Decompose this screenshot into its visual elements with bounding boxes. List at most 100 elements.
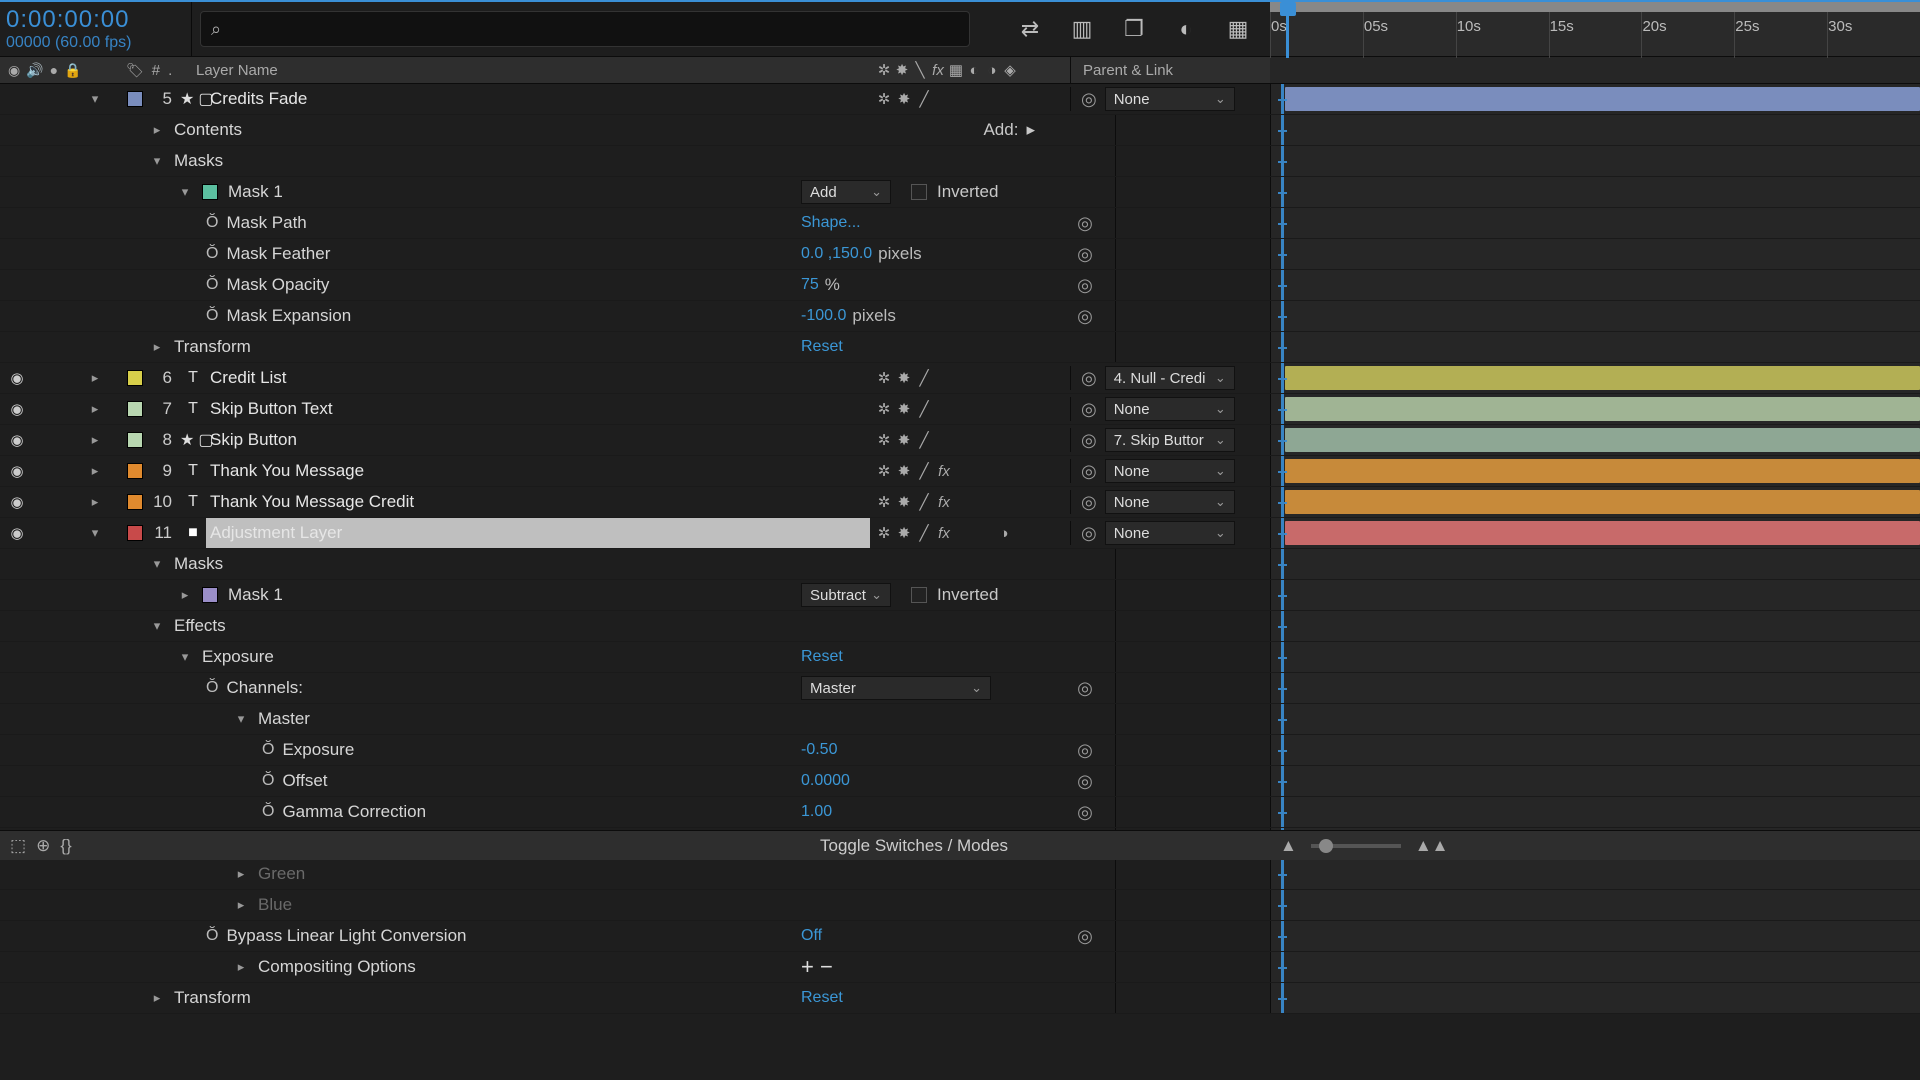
layer-row[interactable]: ◉▸6TCredit List✲✸╱◎4. Null - Credi⌄ (0, 363, 1920, 394)
property-row[interactable]: ▾Mask 1Add⌄Inverted (0, 177, 1920, 208)
property-value[interactable]: Reset (801, 989, 843, 1007)
adjustment-switch[interactable]: ◑ (996, 525, 1012, 542)
pickwhip-icon[interactable]: ◎ (1081, 461, 1097, 482)
parent-dropdown[interactable]: None⌄ (1105, 490, 1235, 514)
parent-dropdown[interactable]: 7. Skip Buttor⌄ (1105, 428, 1235, 452)
zoom-out-mountain-icon[interactable]: ▲ (1280, 836, 1297, 856)
property-value[interactable]: Shape... (801, 214, 861, 232)
expand-triangle-icon[interactable]: ▸ (178, 587, 192, 603)
expand-triangle-icon[interactable]: ▸ (234, 897, 248, 913)
property-row[interactable]: ŎMask Opacity75%◎ (0, 270, 1920, 301)
expand-triangle-icon[interactable]: ▸ (88, 432, 102, 448)
label-color-chip[interactable] (127, 370, 143, 386)
fx-switch[interactable]: fx (936, 494, 952, 511)
expand-triangle-icon[interactable]: ▸ (88, 401, 102, 417)
property-row[interactable]: ŎMask Feather0.0 ,150.0pixels◎ (0, 239, 1920, 270)
stopwatch-icon[interactable]: Ŏ (206, 276, 218, 294)
lock-column-icon[interactable]: 🔒 (64, 62, 81, 79)
timeline-cell[interactable] (1270, 704, 1920, 734)
shy-switch[interactable]: ✲ (876, 400, 892, 418)
property-row[interactable]: ▾Masks (0, 146, 1920, 177)
expand-triangle-icon[interactable]: ▸ (150, 990, 164, 1006)
toggle-switches-icon[interactable]: ⬚ (10, 836, 26, 856)
parent-dropdown[interactable]: None⌄ (1105, 397, 1235, 421)
fx-icon[interactable]: fx (930, 62, 946, 79)
layer-name-cell[interactable]: Skip Button Text (206, 394, 870, 424)
property-pickwhip-icon[interactable]: ◎ (1077, 740, 1093, 761)
mask-color-chip[interactable] (202, 587, 218, 603)
timeline-cell[interactable] (1270, 952, 1920, 982)
label-color-chip[interactable] (127, 91, 143, 107)
pickwhip-icon[interactable]: ◎ (1081, 368, 1097, 389)
index-column[interactable]: # (152, 62, 160, 79)
expand-triangle-icon[interactable]: ▸ (88, 494, 102, 510)
property-dropdown[interactable]: Master⌄ (801, 676, 991, 700)
pickwhip-icon[interactable]: ◎ (1081, 399, 1097, 420)
expand-triangle-icon[interactable]: ▸ (150, 122, 164, 138)
timeline-cell[interactable] (1270, 611, 1920, 641)
expand-triangle-icon[interactable]: ▸ (150, 339, 164, 355)
collapse-switch[interactable]: ✸ (896, 90, 912, 108)
zoom-slider[interactable] (1311, 844, 1401, 848)
property-pickwhip-icon[interactable]: ◎ (1077, 306, 1093, 327)
property-row[interactable]: ▾Effects (0, 611, 1920, 642)
frameblend-icon[interactable]: ▦ (948, 61, 964, 79)
layer-duration-bar[interactable] (1285, 459, 1920, 483)
layer-duration-bar[interactable] (1285, 87, 1920, 111)
timeline-cell[interactable] (1270, 983, 1920, 1013)
timeline-cell[interactable] (1270, 890, 1920, 920)
visibility-eye-icon[interactable]: ◉ (8, 493, 26, 511)
expand-triangle-icon[interactable]: ▾ (178, 184, 192, 200)
property-row[interactable]: ▾ExposureReset (0, 642, 1920, 673)
playhead-knob-icon[interactable] (1280, 2, 1296, 16)
expand-triangle-icon[interactable]: ▾ (150, 556, 164, 572)
expand-triangle-icon[interactable]: ▾ (178, 649, 192, 665)
shy-switch[interactable]: ✲ (876, 493, 892, 511)
layer-name-cell[interactable]: Credit List (206, 363, 870, 393)
quality-icon[interactable]: ╲ (912, 61, 928, 79)
collapse-switch[interactable]: ✸ (896, 369, 912, 387)
shy-switch[interactable]: ✲ (876, 524, 892, 542)
pickwhip-icon[interactable]: ◎ (1081, 430, 1097, 451)
shy-switch[interactable]: ✲ (876, 462, 892, 480)
property-value[interactable]: 0.0 ,150.0 (801, 245, 872, 263)
layer-row[interactable]: ▾5★▢Credits Fade✲✸╱◎None⌄ (0, 84, 1920, 115)
ruler-tick[interactable]: 05s (1363, 12, 1456, 58)
timeline-cell[interactable] (1270, 270, 1920, 300)
layer-duration-bar[interactable] (1285, 428, 1920, 452)
property-row[interactable]: ŎChannels:Master⌄◎ (0, 673, 1920, 704)
quality-switch[interactable]: ╱ (916, 524, 932, 542)
ruler-tick[interactable]: 20s (1641, 12, 1734, 58)
property-pickwhip-icon[interactable]: ◎ (1077, 926, 1093, 947)
toggle-modes-icon[interactable]: ⊕ (36, 836, 50, 856)
collapse-switch[interactable]: ✸ (896, 524, 912, 542)
property-row[interactable]: ▸ContentsAdd:▸ (0, 115, 1920, 146)
property-row[interactable]: ŎBypass Linear Light ConversionOff◎ (0, 921, 1920, 952)
property-row[interactable]: ▸Compositing Options+ − (0, 952, 1920, 983)
layer-duration-bar[interactable] (1285, 366, 1920, 390)
ruler-tick[interactable]: 30s (1827, 12, 1920, 58)
stopwatch-icon[interactable]: Ŏ (262, 803, 274, 821)
solo-column-icon[interactable]: ● (50, 62, 58, 78)
timeline-cell[interactable] (1270, 797, 1920, 827)
ruler-tick[interactable]: 25s (1734, 12, 1827, 58)
layer-duration-bar[interactable] (1285, 521, 1920, 545)
motion-blur-icon[interactable]: ◐ (1172, 15, 1200, 43)
mask-mode-dropdown[interactable]: Subtract⌄ (801, 583, 891, 607)
label-color-chip[interactable] (127, 401, 143, 417)
layer-duration-bar[interactable] (1285, 490, 1920, 514)
label-color-chip[interactable] (127, 494, 143, 510)
property-row[interactable]: ▸Blue (0, 890, 1920, 921)
fx-switch[interactable]: fx (936, 525, 952, 542)
expand-triangle-icon[interactable]: ▸ (88, 463, 102, 479)
current-timecode[interactable]: 0:00:00:00 (6, 6, 185, 34)
stopwatch-icon[interactable]: Ŏ (206, 307, 218, 325)
property-value[interactable]: Reset (801, 648, 843, 666)
toggle-switches-modes-button[interactable]: Toggle Switches / Modes (810, 836, 1270, 856)
property-row[interactable]: ▸Mask 1Subtract⌄Inverted (0, 580, 1920, 611)
expand-triangle-icon[interactable]: ▾ (88, 91, 102, 107)
timeline-cell[interactable] (1270, 208, 1920, 238)
property-row[interactable]: ŎGamma Correction1.00◎ (0, 797, 1920, 828)
quality-switch[interactable]: ╱ (916, 400, 932, 418)
property-value[interactable]: -0.50 (801, 741, 837, 759)
